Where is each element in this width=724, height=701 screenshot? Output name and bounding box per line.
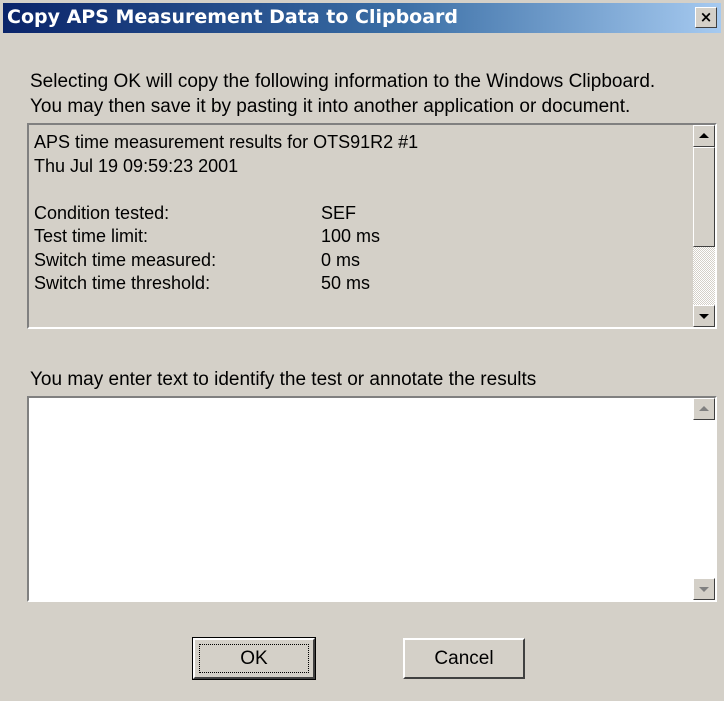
scroll-track[interactable]	[693, 247, 715, 305]
description-text: Selecting OK will copy the following inf…	[30, 69, 655, 119]
annotation-textarea[interactable]	[27, 396, 717, 602]
scroll-down-button[interactable]	[693, 305, 715, 327]
title-bar[interactable]: Copy APS Measurement Data to Clipboard ×	[3, 3, 721, 33]
row-value: 0 ms	[321, 249, 361, 270]
row-value: 100 ms	[321, 226, 381, 246]
results-heading: APS time measurement results for OTS91R2…	[34, 132, 419, 152]
copy-clipboard-dialog: Copy APS Measurement Data to Clipboard ×…	[0, 0, 724, 701]
results-row: Condition tested: SEF	[34, 202, 687, 226]
arrow-up-icon	[699, 133, 709, 138]
window-title: Copy APS Measurement Data to Clipboard	[7, 6, 459, 28]
results-row: Test time limit: 100 ms	[34, 225, 687, 249]
focus-rect	[199, 644, 309, 673]
ok-button[interactable]: OK	[192, 637, 316, 680]
annotation-label: You may enter text to identify the test …	[30, 369, 537, 390]
row-label: Switch time measured:	[34, 249, 217, 270]
arrow-down-icon	[699, 314, 709, 319]
row-label: Condition tested:	[34, 202, 170, 223]
results-timestamp: Thu Jul 19 09:59:23 2001	[34, 155, 239, 176]
row-value: SEF	[321, 202, 357, 223]
results-row: Switch time measured: 0 ms	[34, 249, 687, 273]
results-spacer	[34, 178, 687, 202]
description-line-1: Selecting OK will copy the following inf…	[30, 71, 656, 92]
scroll-up-button[interactable]	[693, 125, 715, 147]
annotation-scrollbar[interactable]	[693, 398, 715, 600]
annotation-content[interactable]	[33, 402, 689, 596]
arrow-down-icon	[699, 587, 709, 592]
scroll-down-button[interactable]	[693, 578, 715, 600]
arrow-up-icon	[699, 406, 709, 411]
row-value: 50 ms	[321, 273, 371, 293]
row-label: Test time limit:	[34, 226, 149, 246]
scroll-up-button[interactable]	[693, 398, 715, 420]
results-textbox[interactable]: APS time measurement results for OTS91R2…	[27, 123, 717, 329]
cancel-button[interactable]: Cancel	[403, 638, 525, 679]
scroll-thumb[interactable]	[693, 147, 715, 247]
description-line-2: You may then save it by pasting it into …	[30, 96, 631, 117]
cancel-label: Cancel	[434, 648, 494, 669]
results-scrollbar[interactable]	[693, 125, 715, 327]
row-label: Switch time threshold:	[34, 273, 211, 293]
close-icon[interactable]: ×	[695, 7, 717, 28]
results-row: Switch time threshold: 50 ms	[34, 272, 687, 296]
results-content: APS time measurement results for OTS91R2…	[34, 131, 687, 325]
